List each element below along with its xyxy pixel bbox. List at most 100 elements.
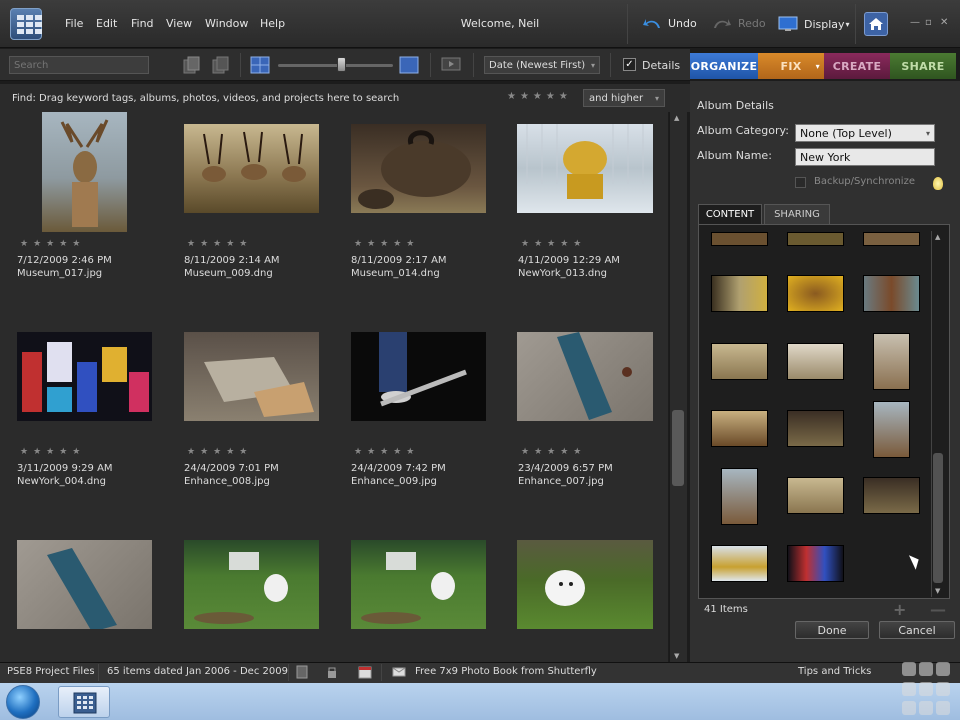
- album-thumbnail[interactable]: [873, 401, 910, 458]
- menu-edit[interactable]: Edit: [96, 17, 117, 30]
- slideshow-icon[interactable]: [441, 56, 461, 74]
- media-cell[interactable]: ★★★★★ 24/4/2009 7:01 PM Enhance_008.jpg: [167, 320, 334, 528]
- promo-link[interactable]: Free 7x9 Photo Book from Shutterfly: [415, 666, 597, 677]
- photo-thumbnail[interactable]: [17, 540, 152, 629]
- photo-thumbnail[interactable]: [517, 332, 653, 421]
- single-view-icon[interactable]: [399, 56, 419, 74]
- media-cell[interactable]: [334, 528, 501, 662]
- photo-thumbnail[interactable]: [184, 332, 319, 421]
- menu-file[interactable]: File: [65, 17, 83, 30]
- media-cell[interactable]: ★★★★★ 4/11/2009 12:29 AM NewYork_013.dng: [501, 112, 668, 320]
- file-icon[interactable]: [296, 665, 308, 679]
- undo-button[interactable]: Undo: [642, 16, 697, 30]
- rating-stars[interactable]: ★★★★★: [521, 447, 586, 457]
- redo-button[interactable]: Redo: [712, 16, 766, 30]
- tab-sharing[interactable]: SHARING: [764, 204, 830, 224]
- tab-organize[interactable]: ORGANIZE: [690, 53, 758, 79]
- album-thumbnail[interactable]: [711, 343, 768, 380]
- media-cell[interactable]: ★★★★★ 3/11/2009 9:29 AM NewYork_004.dng: [0, 320, 167, 528]
- media-cell[interactable]: [0, 528, 167, 662]
- album-list-scrollbar-thumb[interactable]: [933, 453, 943, 583]
- photo-thumbnail[interactable]: [351, 540, 486, 629]
- media-cell[interactable]: ★★★★★ 23/4/2009 6:57 PM Enhance_007.jpg: [501, 320, 668, 528]
- photo-thumbnail[interactable]: [517, 540, 653, 629]
- photo-thumbnail[interactable]: [184, 540, 319, 629]
- photo-thumbnail[interactable]: [517, 124, 653, 213]
- album-thumbnail[interactable]: [787, 275, 844, 312]
- tab-fix[interactable]: FIX ▾: [758, 53, 824, 79]
- media-cell[interactable]: ★★★★★ 8/11/2009 2:14 AM Museum_009.dng: [167, 112, 334, 320]
- album-thumbnail[interactable]: [787, 545, 844, 582]
- cancel-button[interactable]: Cancel: [879, 621, 955, 639]
- scroll-up-icon[interactable]: ▲: [935, 233, 940, 241]
- photo-thumbnail[interactable]: [42, 112, 127, 232]
- menu-view[interactable]: View: [166, 17, 192, 30]
- grid-view-icon[interactable]: [250, 56, 270, 74]
- display-menu-button[interactable]: Display ▾: [778, 16, 850, 32]
- minimize-icon[interactable]: —: [910, 17, 920, 28]
- photo-thumbnail[interactable]: [351, 332, 486, 421]
- scroll-up-icon[interactable]: ▲: [674, 114, 679, 122]
- album-thumbnail[interactable]: [711, 232, 768, 246]
- album-thumbnail[interactable]: [711, 275, 768, 312]
- scroll-down-icon[interactable]: ▼: [935, 587, 940, 595]
- remove-item-button[interactable]: —: [930, 600, 946, 619]
- rating-filter-dropdown[interactable]: and higher ▾: [583, 89, 665, 107]
- rating-stars[interactable]: ★★★★★: [354, 239, 419, 249]
- grid-scrollbar[interactable]: ▲ ▼: [669, 112, 687, 662]
- tips-and-tricks-link[interactable]: Tips and Tricks: [798, 666, 871, 677]
- tab-create[interactable]: CREATE: [824, 53, 890, 79]
- rating-filter-stars[interactable]: ★★★★★: [507, 91, 572, 102]
- home-button[interactable]: [864, 12, 888, 36]
- project-label[interactable]: PSE8 Project Files: [7, 666, 95, 677]
- media-cell[interactable]: [167, 528, 334, 662]
- menu-window[interactable]: Window: [205, 17, 248, 30]
- photo-thumbnail[interactable]: [184, 124, 319, 213]
- album-thumbnail[interactable]: [787, 232, 844, 246]
- scroll-down-icon[interactable]: ▼: [674, 652, 679, 660]
- rating-stars[interactable]: ★★★★★: [20, 239, 85, 249]
- rating-stars[interactable]: ★★★★★: [354, 447, 419, 457]
- media-cell[interactable]: ★★★★★ 24/4/2009 7:42 PM Enhance_009.jpg: [334, 320, 501, 528]
- grid-scrollbar-thumb[interactable]: [672, 410, 684, 486]
- done-button[interactable]: Done: [795, 621, 869, 639]
- rating-stars[interactable]: ★★★★★: [187, 239, 252, 249]
- album-thumbnail[interactable]: [863, 232, 920, 246]
- rating-stars[interactable]: ★★★★★: [187, 447, 252, 457]
- tab-share[interactable]: SHARE: [890, 53, 956, 79]
- menu-help[interactable]: Help: [260, 17, 285, 30]
- album-thumbnail[interactable]: [787, 477, 844, 514]
- taskbar-app-button[interactable]: [58, 686, 110, 718]
- zoom-slider-track[interactable]: [278, 64, 393, 67]
- details-checkbox[interactable]: ✓: [623, 58, 636, 71]
- lightbulb-icon[interactable]: [933, 177, 943, 190]
- search-input[interactable]: [9, 56, 149, 74]
- album-category-dropdown[interactable]: None (Top Level) ▾: [795, 124, 935, 142]
- album-thumbnail[interactable]: [873, 333, 910, 390]
- tab-content[interactable]: CONTENT: [698, 204, 762, 224]
- photo-thumbnail[interactable]: [17, 332, 152, 421]
- sort-dropdown[interactable]: Date (Newest First) ▾: [484, 56, 600, 74]
- album-thumbnail[interactable]: [863, 477, 920, 514]
- version-set-icon[interactable]: [211, 55, 231, 75]
- media-cell[interactable]: ★★★★★ 7/12/2009 2:46 PM Museum_017.jpg: [0, 112, 167, 320]
- add-item-button[interactable]: +: [893, 600, 906, 619]
- menu-find[interactable]: Find: [131, 17, 154, 30]
- close-icon[interactable]: ✕: [940, 17, 948, 28]
- calendar-icon[interactable]: [358, 665, 372, 679]
- album-thumbnail[interactable]: [863, 275, 920, 312]
- restore-icon[interactable]: ▫: [925, 17, 932, 28]
- stack-icon[interactable]: [182, 55, 202, 75]
- zoom-slider-thumb[interactable]: [337, 57, 346, 72]
- rating-stars[interactable]: ★★★★★: [521, 239, 586, 249]
- album-thumbnail[interactable]: [721, 468, 758, 525]
- envelope-icon[interactable]: [392, 667, 406, 677]
- album-thumbnail[interactable]: [787, 410, 844, 447]
- start-button-icon[interactable]: [6, 685, 40, 719]
- lock-icon[interactable]: [326, 665, 338, 679]
- backup-checkbox[interactable]: [795, 177, 806, 188]
- photo-thumbnail[interactable]: [351, 124, 486, 213]
- album-thumbnail[interactable]: [711, 545, 768, 582]
- album-thumbnail[interactable]: [711, 410, 768, 447]
- album-thumbnail[interactable]: [787, 343, 844, 380]
